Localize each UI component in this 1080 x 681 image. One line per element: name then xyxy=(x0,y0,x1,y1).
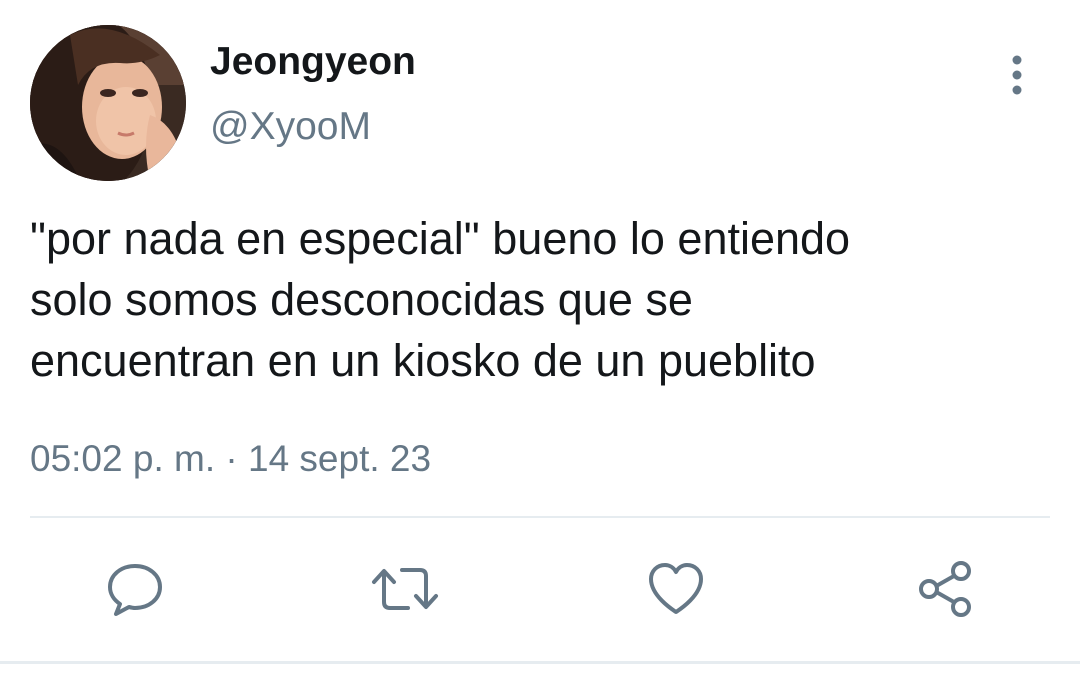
display-name[interactable]: Jeongyeon xyxy=(210,40,416,84)
retweet-button[interactable] xyxy=(370,558,438,620)
user-handle[interactable]: @XyooM xyxy=(210,104,371,150)
tweet-text-line: encuentran en un kiosko de un pueblito xyxy=(30,335,816,386)
tweet-time: 05:02 p. m. xyxy=(30,438,216,479)
bottom-divider xyxy=(0,661,1080,664)
more-vertical-icon xyxy=(1012,55,1022,95)
reply-button[interactable] xyxy=(104,558,166,620)
share-icon xyxy=(919,561,971,617)
like-button[interactable] xyxy=(645,558,707,620)
tweet-text-line: "por nada en especial" bueno lo entiendo xyxy=(30,213,851,264)
share-button[interactable] xyxy=(915,558,977,620)
tweet-date: 14 sept. 23 xyxy=(248,438,432,479)
tweet-text: "por nada en especial" bueno lo entiendo… xyxy=(30,208,1050,391)
meta-separator: · xyxy=(225,438,238,479)
like-icon xyxy=(649,563,703,614)
tweet: Jeongyeon @XyooM "por nada en especial" … xyxy=(0,0,1080,681)
more-options-button[interactable] xyxy=(992,50,1042,100)
tweet-timestamp[interactable]: 05:02 p. m. · 14 sept. 23 xyxy=(30,435,431,483)
tweet-text-line: solo somos desconocidas que se xyxy=(30,274,693,325)
avatar[interactable] xyxy=(30,25,186,181)
divider xyxy=(30,516,1050,518)
retweet-icon xyxy=(372,568,438,610)
reply-icon xyxy=(108,564,162,616)
avatar-image xyxy=(30,25,186,181)
